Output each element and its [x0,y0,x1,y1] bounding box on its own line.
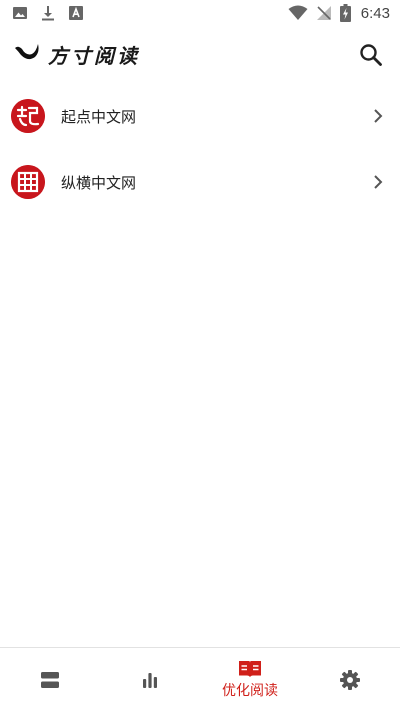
image-icon [13,7,27,19]
tab-settings[interactable] [300,648,400,711]
tab-optimized-reading[interactable]: 优化阅读 [200,648,300,711]
status-right-icons: 6:43 [288,4,390,22]
source-item-qidian[interactable]: 起点中文网 [0,84,400,150]
source-label: 起点中文网 [61,108,137,126]
text-a-icon [69,6,83,20]
source-label: 纵横中文网 [61,174,137,192]
status-time: 6:43 [360,4,390,22]
battery-charging-icon [339,4,351,22]
wifi-icon [288,5,308,20]
qidian-logo-icon [11,99,45,133]
chevron-right-icon [374,109,383,123]
status-left-icons [12,5,84,21]
search-button[interactable] [358,42,384,68]
signal-icon [316,6,331,20]
status-bar: 6:43 [0,0,400,28]
bottom-nav: 优化阅读 [0,647,400,711]
bar-chart-icon [143,672,157,688]
source-item-zongheng[interactable]: 纵横中文网 [0,150,400,216]
zongheng-logo-icon [11,165,45,199]
chevron-right-icon [374,175,383,189]
gear-icon [340,669,360,690]
app-title: 方寸阅读 [48,44,140,68]
tab-label: 优化阅读 [222,682,278,699]
bookshelf-icon [40,671,60,688]
app-header: 方寸阅读 [0,30,400,80]
source-list: 起点中文网 纵横中文网 [0,84,400,216]
download-icon [42,6,54,21]
brush-stroke-logo-icon [15,44,39,60]
tab-ranking[interactable] [100,648,200,711]
search-icon [360,44,382,66]
open-book-icon [239,660,261,677]
tab-bookshelf[interactable] [0,648,100,711]
app-screen: 6:43 方寸阅读 起点中文网 纵横中文网 优化阅读 [0,0,400,711]
